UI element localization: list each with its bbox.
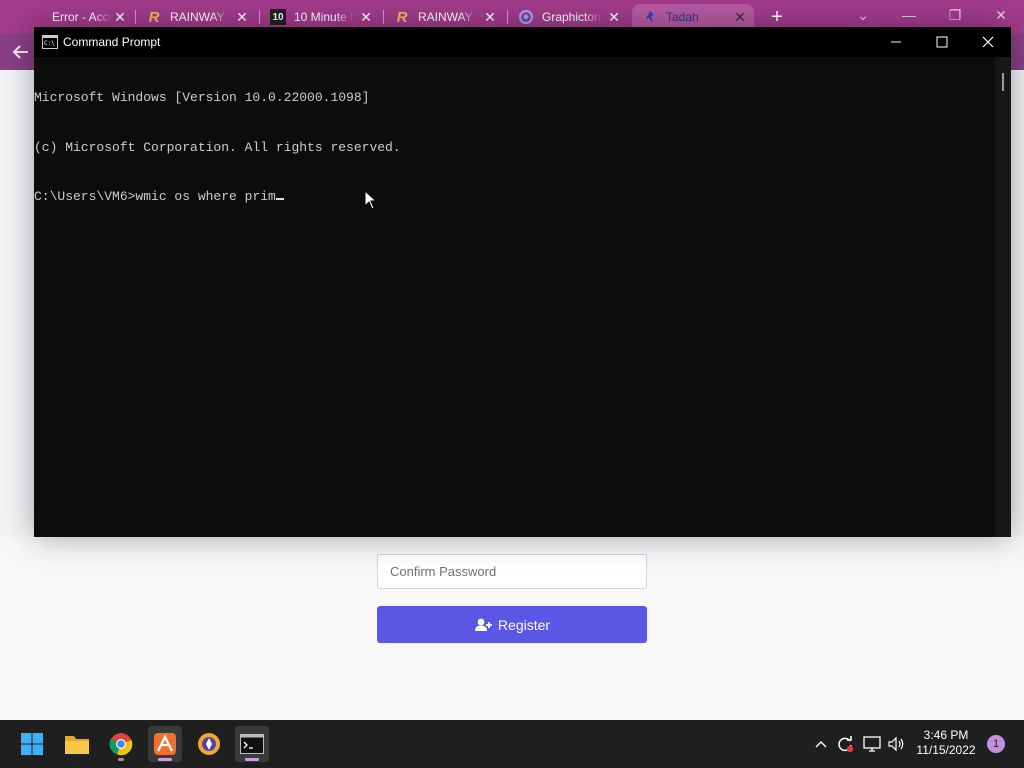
taskbar [0, 720, 1024, 768]
tray-sync-button[interactable] [835, 734, 855, 754]
console-line: (c) Microsoft Corporation. All rights re… [34, 139, 401, 155]
cmd-close-button[interactable] [965, 27, 1011, 57]
tab-close-icon[interactable]: ✕ [358, 9, 374, 25]
error-page-icon [14, 9, 30, 25]
cmd-title-bar[interactable]: C:\ Command Prompt [34, 27, 1011, 57]
tab-close-icon[interactable]: ✕ [606, 9, 622, 25]
maximize-icon [936, 36, 948, 48]
sync-icon [838, 736, 854, 753]
new-tab-button[interactable]: + [766, 6, 788, 28]
browser-icon [198, 733, 220, 755]
tab-title: Tadah [666, 10, 699, 24]
tadah-logo-icon [642, 9, 658, 25]
clock-date: 11/15/2022 [916, 743, 976, 757]
console-input-line[interactable]: C:\Users\VM6>wmic os where prim [34, 189, 994, 206]
windows-start-icon [21, 733, 43, 755]
app-active-indicator [245, 758, 259, 761]
rainway-logo-icon: R [148, 8, 160, 26]
speaker-icon [888, 736, 904, 752]
start-button[interactable] [15, 726, 49, 762]
add-user-icon [474, 618, 492, 631]
taskbar-clock[interactable]: 3:46 PM 11/15/2022 [914, 728, 978, 758]
minimize-icon [891, 41, 901, 43]
chevron-up-icon [815, 741, 827, 748]
app-running-indicator [118, 758, 124, 761]
tab-divider [383, 10, 384, 24]
console-line: Microsoft Windows [Version 10.0.22000.10… [34, 90, 370, 105]
tray-network-button[interactable] [862, 734, 882, 754]
register-button-label: Register [497, 616, 551, 633]
tab-title: RAINWAY - [170, 10, 230, 24]
back-button[interactable] [10, 42, 32, 62]
cmd-minimize-button[interactable] [873, 27, 919, 57]
taskbar-app[interactable] [148, 726, 182, 762]
tab-title: 10 Minute M [294, 10, 354, 24]
tray-volume-button[interactable] [887, 734, 907, 754]
tab-close-icon[interactable]: ✕ [112, 9, 128, 25]
svg-text:C:\: C:\ [44, 40, 55, 47]
text-caret [275, 198, 284, 200]
tab-close-icon[interactable]: ✕ [732, 9, 748, 25]
cmd-console-output[interactable]: Microsoft Windows [Version 10.0.22000.10… [34, 57, 994, 537]
console-typed-command: wmic os where prim [135, 189, 276, 204]
graphicton-logo-icon [518, 9, 534, 25]
notification-badge[interactable]: 1 [987, 735, 1005, 753]
taskbar-chrome[interactable] [104, 726, 138, 762]
command-prompt-icon: C:\ [42, 35, 58, 49]
arrow-left-icon [12, 45, 28, 59]
cmd-maximize-button[interactable] [919, 27, 965, 57]
scrollbar-thumb[interactable] [1002, 73, 1004, 91]
chrome-icon [109, 733, 133, 756]
app-running-indicator [158, 758, 172, 761]
confirm-password-field[interactable] [377, 554, 647, 589]
ten-minute-mail-icon: 10 [270, 9, 286, 25]
taskbar-command-prompt[interactable] [235, 726, 269, 762]
taskbar-browser[interactable] [192, 726, 226, 762]
tab-title: Graphicton [542, 10, 601, 24]
close-icon [982, 36, 994, 48]
folder-icon [65, 736, 89, 754]
command-prompt-icon [240, 734, 264, 754]
tab-title: RAINWAY - [418, 10, 478, 24]
taskbar-file-explorer[interactable] [60, 726, 94, 762]
clock-time: 3:46 PM [923, 728, 969, 742]
tab-divider [259, 10, 260, 24]
tab-divider [135, 10, 136, 24]
show-hidden-icons-button[interactable] [811, 734, 831, 754]
register-button[interactable]: Register [377, 606, 647, 643]
console-prompt: C:\Users\VM6> [34, 189, 136, 204]
mouse-pointer-icon [364, 190, 378, 210]
rainway-logo-icon: R [396, 8, 408, 26]
tab-close-icon[interactable]: ✕ [234, 9, 250, 25]
tab-close-icon[interactable]: ✕ [482, 9, 498, 25]
cmd-window-title: Command Prompt [63, 35, 161, 49]
app-icon [154, 733, 176, 755]
network-icon [863, 736, 881, 752]
tab-divider [507, 10, 508, 24]
tab-title: Error - Access [52, 10, 112, 24]
command-prompt-window[interactable]: C:\ Command Prompt Microsoft Windows [Ve… [34, 27, 1011, 537]
cmd-scrollbar[interactable] [995, 57, 1011, 537]
